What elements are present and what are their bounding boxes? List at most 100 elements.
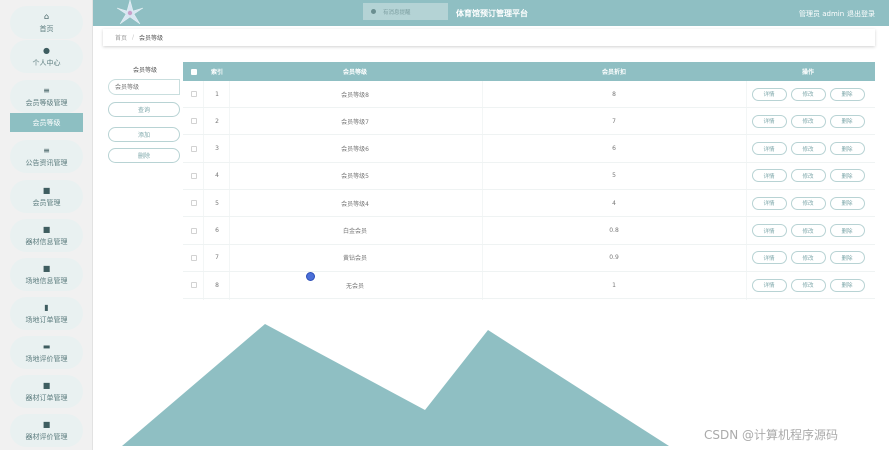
row-checkbox[interactable] (191, 200, 197, 207)
sidebar-item-venue-review-mgmt[interactable]: ▬ 场地评价管理 (10, 336, 83, 369)
grid-icon: ■ (42, 224, 51, 234)
header-ops: 操作 (801, 69, 814, 76)
current-user: 管理员 admin (799, 10, 845, 18)
breadcrumb-home[interactable]: 首页 (115, 33, 127, 42)
sidebar-item-home[interactable]: ⌂ 首页 (10, 6, 83, 39)
sidebar-item-label: 首页 (39, 24, 54, 33)
cell-index: 5 (215, 199, 219, 207)
delete-button[interactable]: 删除 (829, 142, 865, 156)
edit-button[interactable]: 修改 (790, 224, 826, 237)
edit-button[interactable]: 修改 (790, 87, 826, 101)
mouse-cursor-icon (306, 272, 315, 281)
sidebar-item-venue-order-mgmt[interactable]: ▮ 场地订单管理 (10, 297, 83, 330)
sidebar-item-member-level-mgmt[interactable]: ≡ 会员等级管理 (10, 80, 83, 113)
cell-index: 3 (215, 145, 219, 153)
edit-button[interactable]: 修改 (790, 114, 826, 128)
cell-level: 会员等级7 (341, 118, 369, 126)
table-row: 8 无会员 1 详情 修改 删除 (183, 272, 875, 300)
row-checkbox[interactable] (191, 172, 197, 179)
table-row: 4 会员等级5 5 详情 修改 删除 (183, 163, 875, 190)
add-button[interactable]: 添加 (108, 127, 180, 142)
detail-button[interactable]: 详情 (751, 196, 787, 210)
header-index: 索引 (210, 69, 223, 76)
cell-level: 黄钻会员 (342, 255, 367, 263)
notice-bar[interactable]: 有消息提醒 (363, 3, 448, 20)
menu-icon: ≡ (43, 145, 50, 155)
cell-discount: 8 (612, 90, 616, 98)
row-checkbox[interactable] (191, 282, 197, 289)
cell-discount: 1 (612, 281, 616, 289)
sidebar-subitem-member-level[interactable]: 会员等级 (10, 113, 83, 132)
member-level-search-input[interactable] (108, 79, 180, 95)
sidebar-item-label: 器材评价管理 (25, 432, 68, 441)
sidebar-item-member-mgmt[interactable]: ■ 会员管理 (10, 180, 83, 213)
sidebar-item-equipment-mgmt[interactable]: ■ 器材信息管理 (10, 219, 83, 252)
cell-discount: 4 (612, 199, 616, 207)
sidebar-item-equipment-review-mgmt[interactable]: ■ 器材评价管理 (10, 414, 83, 447)
sidebar: ⌂ 首页 ● 个人中心 ≡ 会员等级管理 会员等级 ≡ 公告资讯管理 ■ 会员管… (0, 0, 93, 450)
detail-button[interactable]: 详情 (751, 251, 787, 265)
detail-button[interactable]: 详情 (751, 87, 787, 101)
grid-icon: ■ (42, 185, 51, 195)
detail-button[interactable]: 详情 (751, 224, 787, 237)
bell-icon (371, 9, 376, 14)
cell-discount: 6 (612, 145, 616, 153)
delete-button[interactable]: 删除 (829, 87, 865, 101)
batch-delete-button[interactable]: 删除 (108, 148, 180, 163)
edit-button[interactable]: 修改 (790, 169, 826, 183)
delete-button[interactable]: 删除 (829, 196, 865, 210)
sidebar-item-venue-mgmt[interactable]: ■ 场地信息管理 (10, 258, 83, 291)
sidebar-item-label: 会员等级管理 (25, 98, 68, 107)
table-row: 3 会员等级6 6 详情 修改 删除 (183, 136, 875, 163)
logout-link[interactable]: 退出登录 (847, 9, 875, 19)
select-all-checkbox[interactable] (191, 68, 197, 75)
row-checkbox[interactable] (191, 227, 197, 234)
user-icon: ● (43, 45, 50, 55)
detail-button[interactable]: 详情 (751, 169, 787, 183)
sidebar-item-equipment-order-mgmt[interactable]: ■ 器材订单管理 (10, 375, 83, 408)
cell-level: 白金会员 (342, 228, 367, 235)
edit-button[interactable]: 修改 (790, 142, 826, 156)
delete-button[interactable]: 删除 (829, 224, 865, 237)
search-button[interactable]: 查询 (108, 102, 180, 117)
header-level: 会员等级 (342, 69, 367, 76)
detail-button[interactable]: 详情 (751, 142, 787, 156)
member-level-table: 索引 会员等级 会员折扣 操作 1 会员等级8 8 详情 修改 删除 2 会员等级7 7 详情 修改… (183, 62, 875, 300)
breadcrumb: 首页 / 会员等级 (103, 29, 875, 46)
sidebar-item-label: 器材订单管理 (25, 393, 68, 402)
sidebar-item-label: 会员管理 (32, 198, 61, 207)
cell-index: 8 (215, 281, 219, 289)
edit-button[interactable]: 修改 (790, 278, 826, 292)
sidebar-item-label: 个人中心 (32, 58, 61, 67)
cell-level: 会员等级4 (341, 200, 369, 208)
edit-button[interactable]: 修改 (790, 251, 826, 265)
row-checkbox[interactable] (191, 254, 197, 261)
watermark: CSDN @计算机程序源码 (704, 428, 839, 442)
edit-button[interactable]: 修改 (790, 196, 826, 210)
sidebar-item-label: 器材信息管理 (25, 237, 68, 246)
delete-button[interactable]: 删除 (829, 114, 865, 128)
cell-level: 会员等级6 (341, 146, 369, 154)
app-title: 体育馆预订管理平台 (456, 9, 528, 18)
cell-level: 会员等级5 (341, 173, 369, 181)
row-checkbox[interactable] (191, 91, 197, 97)
delete-button[interactable]: 删除 (829, 169, 865, 183)
grid-icon: ■ (42, 263, 51, 273)
table-row: 1 会员等级8 8 详情 修改 删除 (183, 81, 875, 108)
sidebar-item-profile[interactable]: ● 个人中心 (10, 40, 83, 73)
cell-index: 2 (215, 117, 219, 125)
delete-button[interactable]: 删除 (829, 278, 865, 292)
table-row: 2 会员等级7 7 详情 修改 删除 (183, 108, 875, 136)
breadcrumb-current: 会员等级 (139, 35, 164, 42)
notice-text: 有消息提醒 (383, 9, 411, 16)
row-checkbox[interactable] (191, 145, 197, 152)
row-checkbox[interactable] (191, 118, 197, 125)
sidebar-item-label: 场地订单管理 (25, 315, 68, 324)
sidebar-item-label: 场地信息管理 (25, 276, 68, 285)
home-icon: ⌂ (43, 11, 50, 21)
delete-button[interactable]: 删除 (829, 251, 865, 265)
sidebar-item-label: 场地评价管理 (25, 354, 68, 363)
detail-button[interactable]: 详情 (751, 114, 787, 128)
sidebar-item-notice-mgmt[interactable]: ≡ 公告资讯管理 (10, 140, 83, 173)
detail-button[interactable]: 详情 (751, 278, 787, 292)
